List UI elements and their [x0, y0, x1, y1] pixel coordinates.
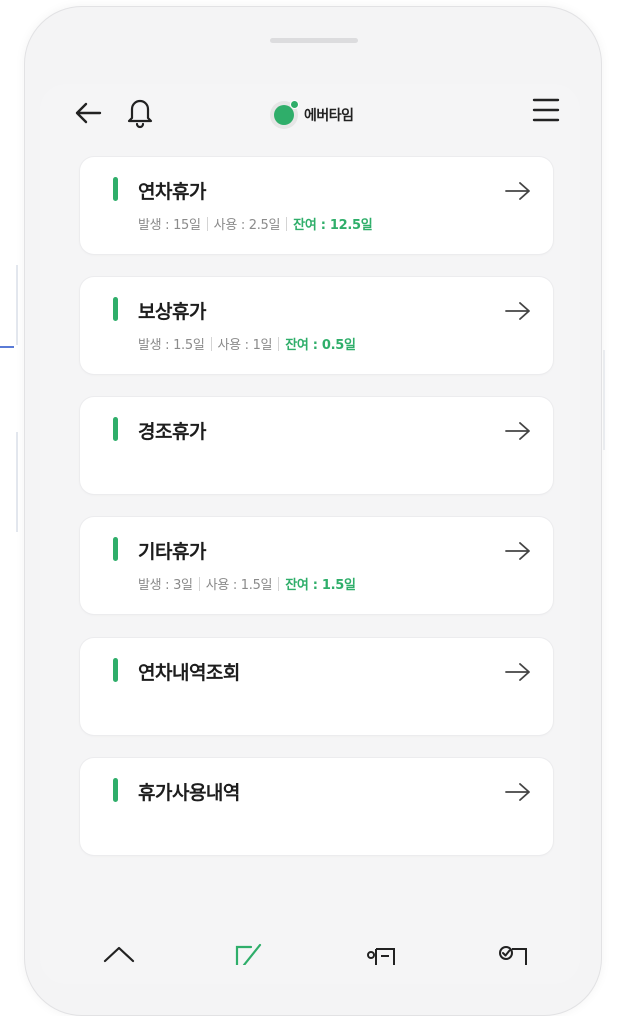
arrow-right-icon[interactable] — [504, 780, 532, 804]
leave-summary: 발생 : 3일 사용 : 1.5일 잔여 : 1.5일 — [138, 574, 356, 593]
leave-summary: 발생 : 1.5일 사용 : 1일 잔여 : 0.5일 — [138, 334, 356, 353]
used-days: 사용 : 2.5일 — [213, 218, 281, 233]
background-accent-line — [0, 346, 14, 348]
leave-card-annual[interactable]: 연차휴가 발생 : 15일 사용 : 2.5일 잔여 : 12.5일 — [80, 157, 553, 254]
accent-bar — [113, 778, 118, 802]
menu-card-leave-usage-history[interactable]: 휴가사용내역 — [80, 758, 553, 855]
logo-icon — [270, 100, 299, 129]
bell-icon[interactable] — [122, 94, 158, 130]
brand-name: 에버타임 — [304, 108, 354, 124]
background-divider — [16, 432, 18, 532]
arrow-left-icon[interactable] — [72, 97, 104, 129]
leave-card-family-event[interactable]: 경조휴가 — [80, 397, 553, 494]
arrow-right-icon[interactable] — [504, 419, 532, 443]
accent-bar — [113, 537, 118, 561]
card-title: 보상휴가 — [138, 301, 206, 323]
accent-bar — [113, 658, 118, 682]
brand-logo: 에버타임 — [270, 100, 354, 130]
accent-bar — [113, 417, 118, 441]
divider — [278, 336, 280, 351]
menu-card-annual-history[interactable]: 연차내역조회 — [80, 638, 553, 735]
issued-days: 발생 : 1.5일 — [138, 338, 205, 353]
leave-card-other[interactable]: 기타휴가 발생 : 3일 사용 : 1.5일 잔여 : 1.5일 — [80, 517, 553, 614]
phone-notch — [270, 38, 358, 43]
card-title: 연차휴가 — [138, 181, 206, 203]
issued-days: 발생 : 3일 — [138, 578, 193, 593]
divider — [286, 216, 288, 231]
arrow-right-icon[interactable] — [504, 179, 532, 203]
leave-summary: 발생 : 15일 사용 : 2.5일 잔여 : 12.5일 — [138, 214, 373, 233]
leave-card-compensatory[interactable]: 보상휴가 발생 : 1.5일 사용 : 1일 잔여 : 0.5일 — [80, 277, 553, 374]
remaining-days: 잔여 : 1.5일 — [285, 578, 356, 593]
arrow-right-icon[interactable] — [504, 299, 532, 323]
arrow-right-icon[interactable] — [504, 539, 532, 563]
remaining-days: 잔여 : 0.5일 — [285, 338, 356, 353]
issued-days: 발생 : 15일 — [138, 218, 201, 233]
card-icon[interactable] — [364, 935, 398, 965]
used-days: 사용 : 1일 — [217, 338, 273, 353]
card-title: 연차내역조회 — [138, 662, 240, 684]
check-icon[interactable] — [496, 935, 530, 965]
divider — [206, 216, 208, 231]
divider — [210, 336, 212, 351]
divider — [198, 576, 200, 591]
used-days: 사용 : 1.5일 — [205, 578, 273, 593]
background-divider — [16, 265, 18, 345]
arrow-right-icon[interactable] — [504, 660, 532, 684]
edit-icon[interactable] — [232, 935, 266, 967]
card-title: 기타휴가 — [138, 541, 206, 563]
home-icon[interactable] — [102, 935, 136, 965]
accent-bar — [113, 297, 118, 321]
background-divider — [603, 350, 605, 450]
hamburger-menu-icon[interactable] — [530, 97, 562, 125]
card-title: 경조휴가 — [138, 421, 206, 443]
divider — [278, 576, 280, 591]
accent-bar — [113, 177, 118, 201]
remaining-days: 잔여 : 12.5일 — [293, 218, 373, 233]
card-title: 휴가사용내역 — [138, 782, 240, 804]
bottom-nav — [64, 935, 564, 967]
